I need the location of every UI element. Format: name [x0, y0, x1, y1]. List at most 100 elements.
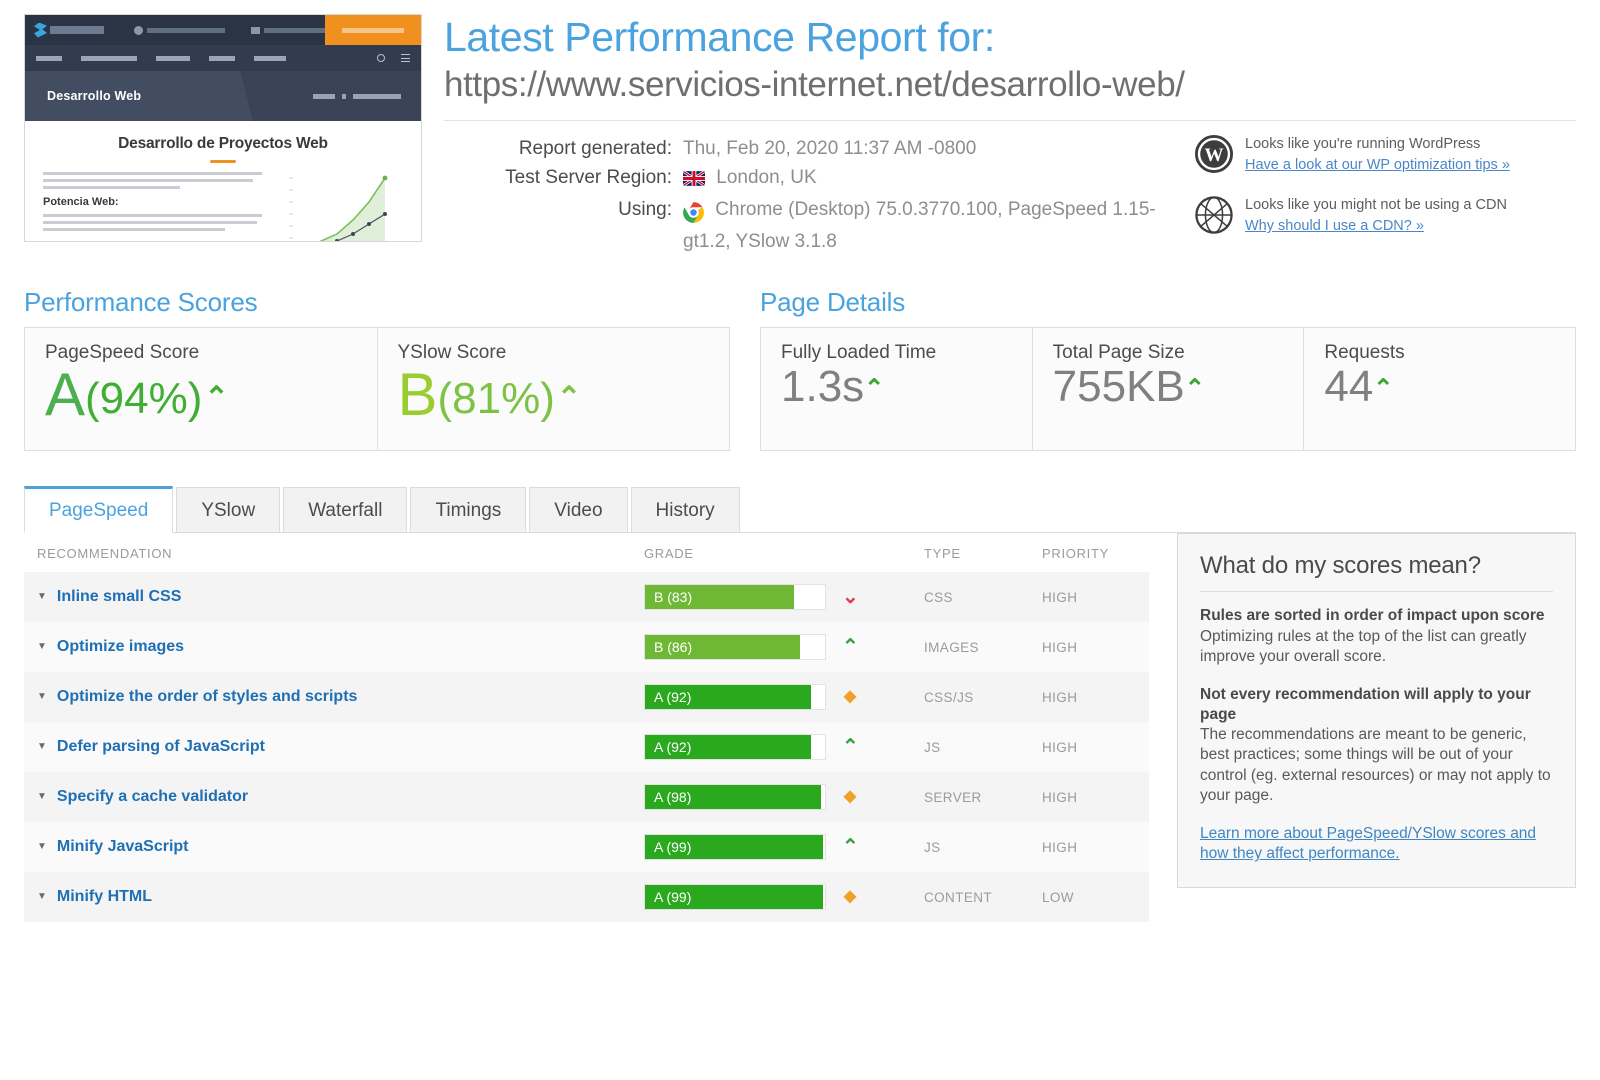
- grade-cell: B (86) ⌃: [644, 634, 924, 661]
- thumb-sub-heading: Potencia Web:: [43, 196, 119, 208]
- expand-triangle-icon[interactable]: ▼: [37, 742, 47, 752]
- expand-triangle-icon[interactable]: ▼: [37, 792, 47, 802]
- table-row[interactable]: ▼ Specify a cache validator A (98) ◆ SERVER H…: [24, 772, 1149, 823]
- total-page-size-cell[interactable]: Total Page Size 755KB⌃: [1031, 328, 1304, 451]
- notice-text-block: Looks like you're running WordPress Have…: [1245, 135, 1510, 175]
- grade-bar: B (86): [644, 634, 826, 661]
- priority-cell: HIGH: [1042, 639, 1078, 655]
- trend-up-icon: ⌃: [842, 836, 859, 859]
- type-cell: IMAGES: [924, 639, 979, 655]
- recommendation-cell: ▼ Defer parsing of JavaScript: [24, 738, 644, 756]
- learn-more-link[interactable]: Learn more about PageSpeed/YSlow scores …: [1200, 824, 1553, 865]
- tab-waterfall[interactable]: Waterfall: [283, 487, 408, 533]
- fully-loaded-time-trend-icon: ⌃: [864, 375, 885, 403]
- column-header-priority: PRIORITY: [1042, 546, 1109, 562]
- uk-flag-icon: [682, 167, 706, 196]
- scores-help-body: The recommendations are meant to be gene…: [1200, 725, 1551, 805]
- grade-cell: B (83) ⌄: [644, 584, 924, 611]
- tab-timings[interactable]: Timings: [410, 487, 527, 533]
- report-header-right: Latest Performance Report for: https://w…: [422, 14, 1576, 257]
- notice-wordpress: W Looks like you're running WordPress Ha…: [1195, 135, 1576, 178]
- page-thumbnail[interactable]: Desarrollo Web Desarrollo de Proyectos W…: [24, 14, 422, 242]
- type-cell: JS: [924, 839, 941, 855]
- thumb-site-logo: [34, 22, 104, 38]
- priority-cell: LOW: [1042, 889, 1074, 905]
- chrome-icon: [683, 199, 704, 228]
- priority-cell: HIGH: [1042, 739, 1078, 755]
- column-header-type: TYPE: [924, 546, 961, 562]
- requests-value: 44: [1324, 362, 1374, 412]
- recommendation-cell: ▼ Specify a cache validator: [24, 788, 644, 806]
- thumb-nav-item: [209, 55, 235, 61]
- tab-pagespeed[interactable]: PageSpeed: [24, 486, 174, 534]
- thumb-logo-text: [50, 26, 104, 34]
- report-meta-list: Report generated: Thu, Feb 20, 2020 11:3…: [444, 135, 1179, 257]
- performance-scores-title: Performance Scores: [24, 287, 258, 318]
- expand-triangle-icon[interactable]: ▼: [37, 692, 47, 702]
- trend-up-icon: ⌃: [842, 636, 859, 659]
- total-page-size-value: 755KB: [1052, 362, 1185, 412]
- scores-help-sidebar: What do my scores mean? Rules are sorted…: [1177, 533, 1576, 922]
- svg-text:W: W: [1205, 146, 1224, 167]
- gtmetrix-report-page: Desarrollo Web Desarrollo de Proyectos W…: [0, 0, 1600, 1080]
- recommendation-link[interactable]: Minify HTML: [57, 888, 152, 906]
- recommendation-link[interactable]: Optimize the order of styles and scripts: [57, 688, 358, 706]
- table-row[interactable]: ▼ Minify JavaScript A (99) ⌃ JS HIGH: [24, 822, 1149, 873]
- grade-cell: A (92) ⌃: [644, 734, 924, 761]
- recommendation-link[interactable]: Defer parsing of JavaScript: [57, 738, 265, 756]
- grade-bar-label: A (99): [654, 889, 692, 906]
- scores-help-box: What do my scores mean? Rules are sorted…: [1177, 533, 1576, 888]
- pagespeed-score-cell[interactable]: PageSpeed Score A(94%)⌃: [25, 328, 377, 451]
- yslow-score-cell[interactable]: YSlow Score B(81%)⌃: [376, 328, 729, 451]
- table-row[interactable]: ▼ Minify HTML A (99) ◆ CONTENT LOW: [24, 872, 1149, 923]
- thumb-mail-icon: [251, 26, 260, 34]
- grade-cell: A (99) ⌃: [644, 834, 924, 861]
- type-cell: JS: [924, 739, 941, 755]
- scores-help-heading: Not every recommendation will apply to y…: [1200, 685, 1531, 723]
- thumb-page-heading: Desarrollo de Proyectos Web: [118, 135, 328, 152]
- table-row[interactable]: ▼ Inline small CSS B (83) ⌄ CSS HIGH: [24, 572, 1149, 623]
- meta-value: London, UK: [716, 167, 817, 189]
- performance-scores-group: Performance Scores PageSpeed Score A(94%…: [24, 287, 730, 452]
- requests-cell[interactable]: Requests 44⌃: [1303, 328, 1576, 451]
- performance-scores-panel: PageSpeed Score A(94%)⌃ YSlow Score B(81…: [24, 327, 730, 452]
- yslow-grade-percent: (81%): [437, 374, 555, 424]
- fully-loaded-time-value: 1.3s: [781, 362, 865, 412]
- table-row[interactable]: ▼ Optimize images B (86) ⌃ IMAGES HIGH: [24, 622, 1149, 673]
- tab-history[interactable]: History: [630, 487, 740, 533]
- tab-video[interactable]: Video: [529, 487, 628, 533]
- grade-cell: A (99) ◆: [644, 884, 924, 911]
- thumb-logo-mark-icon: [34, 22, 47, 38]
- recommendation-link[interactable]: Minify JavaScript: [57, 838, 189, 856]
- thumb-clock-icon: [134, 25, 143, 35]
- trend-diamond-icon: ◆: [843, 888, 857, 906]
- table-row[interactable]: ▼ Optimize the order of styles and script…: [24, 672, 1149, 723]
- priority-cell: HIGH: [1042, 689, 1078, 705]
- fully-loaded-time-cell[interactable]: Fully Loaded Time 1.3s⌃: [761, 328, 1032, 451]
- expand-triangle-icon[interactable]: ▼: [37, 592, 47, 602]
- meta-label: Using:: [618, 199, 672, 221]
- wordpress-icon: W: [1195, 135, 1233, 178]
- wp-optimization-tips-link[interactable]: Have a look at our WP optimization tips …: [1245, 156, 1510, 176]
- recommendation-cell: ▼ Minify JavaScript: [24, 838, 644, 856]
- recommendations-table: RECOMMENDATION GRADE TYPE PRIORITY ▼ Inli…: [24, 533, 1149, 923]
- recommendation-cell: ▼ Minify HTML: [24, 888, 644, 906]
- recommendation-link[interactable]: Optimize images: [57, 638, 184, 656]
- report-header: Desarrollo Web Desarrollo de Proyectos W…: [0, 0, 1600, 257]
- recommendation-link[interactable]: Specify a cache validator: [57, 788, 248, 806]
- thumb-breadcrumb: [313, 93, 401, 99]
- scores-help-block-1: Rules are sorted in order of impact upon…: [1200, 606, 1553, 667]
- recommendation-link[interactable]: Inline small CSS: [57, 588, 181, 606]
- table-row[interactable]: ▼ Defer parsing of JavaScript A (92) ⌃ JS HIG…: [24, 722, 1149, 773]
- grade-bar-label: A (92): [654, 739, 692, 756]
- expand-triangle-icon[interactable]: ▼: [37, 842, 47, 852]
- expand-triangle-icon[interactable]: ▼: [37, 642, 47, 652]
- requests-label: Requests: [1324, 342, 1405, 364]
- why-use-cdn-link[interactable]: Why should I use a CDN? »: [1245, 217, 1507, 237]
- priority-cell: HIGH: [1042, 589, 1078, 605]
- total-page-size-label: Total Page Size: [1052, 342, 1185, 364]
- expand-triangle-icon[interactable]: ▼: [37, 892, 47, 902]
- notice-text: Looks like you're running WordPress: [1245, 136, 1481, 153]
- tab-yslow[interactable]: YSlow: [176, 487, 281, 533]
- grade-bar-label: A (92): [654, 689, 692, 706]
